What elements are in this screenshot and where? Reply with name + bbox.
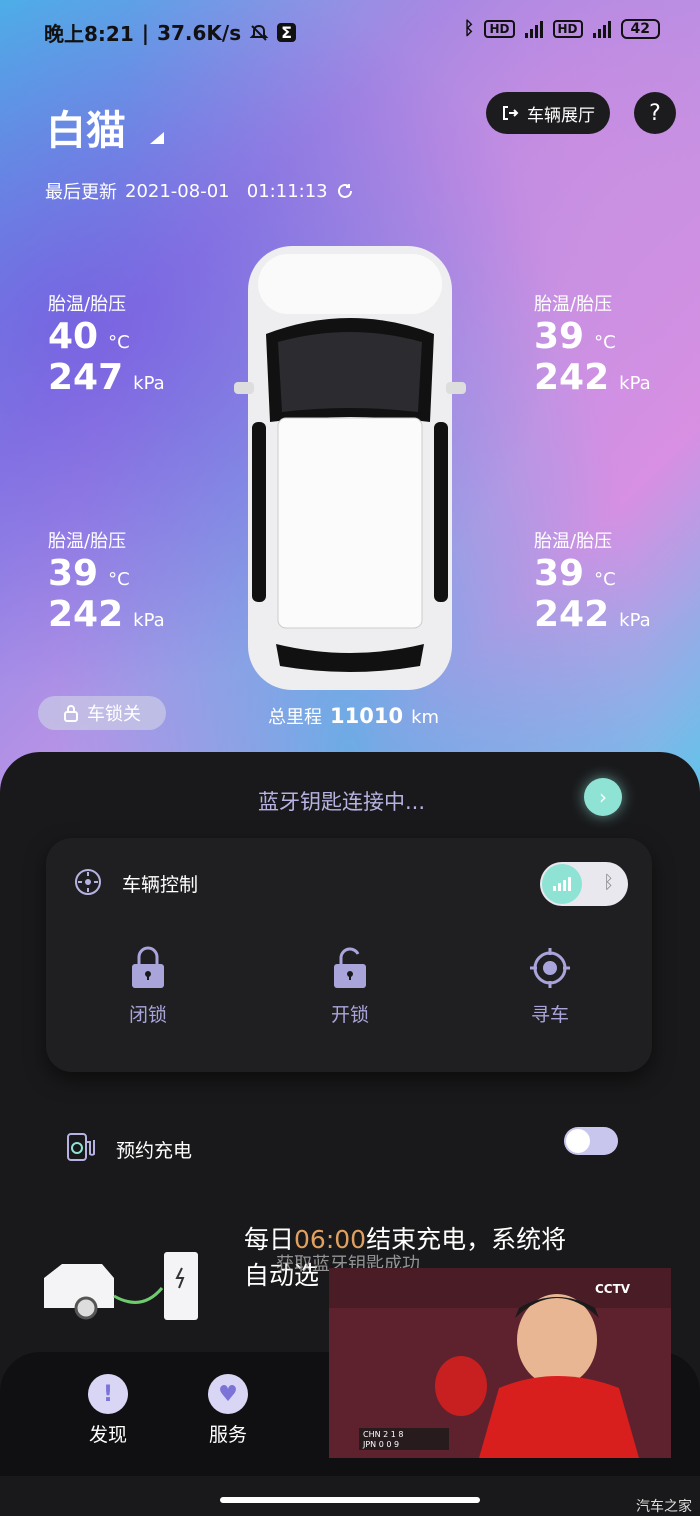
tire-temp-unit: °C (108, 332, 130, 353)
charging-station-icon (67, 1133, 95, 1161)
help-label: ? (649, 100, 661, 126)
hd-badge-2: HD (552, 19, 583, 38)
chevron-right-icon: › (599, 785, 607, 809)
channel-logo: CCTV (595, 1282, 631, 1296)
find-car-label: 寻车 (530, 1004, 569, 1026)
tire-pressure: 242 (48, 594, 124, 635)
car-charging-illustration (44, 1252, 198, 1320)
score-row-1: CHN 2 1 8 (363, 1430, 404, 1439)
bluetooth-arrow-button[interactable]: › (584, 778, 622, 816)
padlock-icon (64, 705, 78, 722)
status-time: 晚上8:21 (44, 22, 134, 46)
dropdown-triangle-icon[interactable] (150, 132, 164, 144)
last-update: 最后更新 2021-08-01 01:11:13 (45, 178, 354, 204)
tire-rear-right: 胎温/胎压 39 °C 242 kPa (534, 527, 651, 635)
signal-icon (553, 877, 571, 891)
tire-label: 胎温/胎压 (534, 531, 613, 552)
tire-pressure-unit: kPa (619, 373, 651, 394)
exclamation-icon: ! (88, 1374, 128, 1414)
tire-pressure-unit: kPa (133, 610, 165, 631)
tire-temp: 40 (48, 316, 99, 357)
scheduled-charging-title: 预约充电 (116, 1140, 193, 1162)
showroom-button[interactable]: 车辆展厅 (486, 92, 610, 134)
tire-front-left: 胎温/胎压 40 °C 247 kPa (48, 290, 165, 398)
unlock-icon (334, 947, 366, 988)
tire-temp-unit: °C (594, 569, 616, 590)
help-button[interactable]: ? (634, 92, 676, 134)
signal-icon-2 (592, 20, 611, 38)
hd-badge: HD (484, 19, 515, 38)
mileage-unit: km (411, 707, 440, 728)
tire-label: 胎温/胎压 (48, 294, 127, 315)
tire-pressure-unit: kPa (619, 610, 651, 631)
tire-pressure: 242 (534, 357, 610, 398)
signal-mode-knob (542, 864, 582, 904)
watermark: 汽车之家 (636, 1499, 692, 1515)
status-bar-right: ᛒ HD HD 42 (464, 18, 660, 39)
tire-temp-unit: °C (108, 569, 130, 590)
heart-icon: ♥ (208, 1374, 248, 1414)
switch-knob (566, 1129, 590, 1153)
vehicle-name[interactable]: 白猫 (46, 98, 126, 156)
mileage: 总里程 11010 km (268, 703, 439, 729)
nav-service-label: 服务 (208, 1424, 247, 1446)
tire-temp-unit: °C (594, 332, 616, 353)
tire-temp: 39 (534, 553, 585, 594)
tire-temp: 39 (48, 553, 99, 594)
lock-status-chip[interactable]: 车锁关 (38, 696, 166, 730)
lock-status-label: 车锁关 (87, 704, 141, 725)
tire-rear-left: 胎温/胎压 39 °C 242 kPa (48, 527, 165, 635)
bell-off-icon (249, 24, 269, 41)
steering-target-icon (75, 869, 101, 895)
nav-service[interactable]: ♥ 服务 (208, 1374, 248, 1447)
last-update-value: 2021-08-01 01:11:13 (125, 180, 328, 202)
bluetooth-icon: ᛒ (463, 18, 475, 39)
mileage-label: 总里程 (268, 707, 322, 728)
tire-temp: 39 (534, 316, 585, 357)
tire-label: 胎温/胎压 (534, 294, 613, 315)
last-update-label: 最后更新 (45, 182, 117, 203)
car-top-view (234, 246, 466, 690)
pip-video-player[interactable]: CCTV CHN 2 1 8 JPN 0 0 9 (329, 1268, 671, 1458)
scheduled-charging-switch[interactable] (564, 1127, 618, 1155)
showroom-label: 车辆展厅 (527, 105, 595, 126)
unlock-label: 开锁 (330, 1004, 369, 1026)
bluetooth-icon: ᛒ (603, 872, 614, 893)
vehicle-control-title: 车辆控制 (122, 874, 199, 896)
nav-discover-label: 发现 (88, 1424, 127, 1446)
status-speed: 37.6K/s (157, 20, 242, 45)
tire-front-right: 胎温/胎压 39 °C 242 kPa (534, 290, 651, 398)
connection-mode-toggle[interactable]: ᛒ (540, 862, 628, 906)
app-sigma-icon: Σ (277, 23, 297, 42)
unlock-button[interactable]: 开锁 (300, 946, 400, 1027)
find-car-button[interactable]: 寻车 (500, 946, 600, 1027)
bluetooth-status: 蓝牙钥匙连接中... (258, 790, 426, 814)
locate-icon (530, 948, 570, 988)
tire-label: 胎温/胎压 (48, 531, 127, 552)
signal-icon (524, 20, 543, 38)
home-indicator[interactable] (220, 1497, 480, 1503)
refresh-icon[interactable] (336, 182, 354, 200)
battery-indicator: 42 (620, 18, 660, 39)
tire-pressure: 247 (48, 357, 124, 398)
lock-button[interactable]: 闭锁 (98, 946, 198, 1027)
nav-discover[interactable]: ! 发现 (88, 1374, 128, 1447)
exit-icon (503, 106, 519, 120)
lock-icon (132, 946, 164, 988)
score-row-2: JPN 0 0 9 (363, 1440, 400, 1449)
mileage-value: 11010 (330, 704, 404, 728)
tire-pressure: 242 (534, 594, 610, 635)
status-bar-left: 晚上8:21 | 37.6K/s Σ (44, 18, 297, 47)
lock-label: 闭锁 (128, 1004, 167, 1026)
tire-pressure-unit: kPa (133, 373, 165, 394)
